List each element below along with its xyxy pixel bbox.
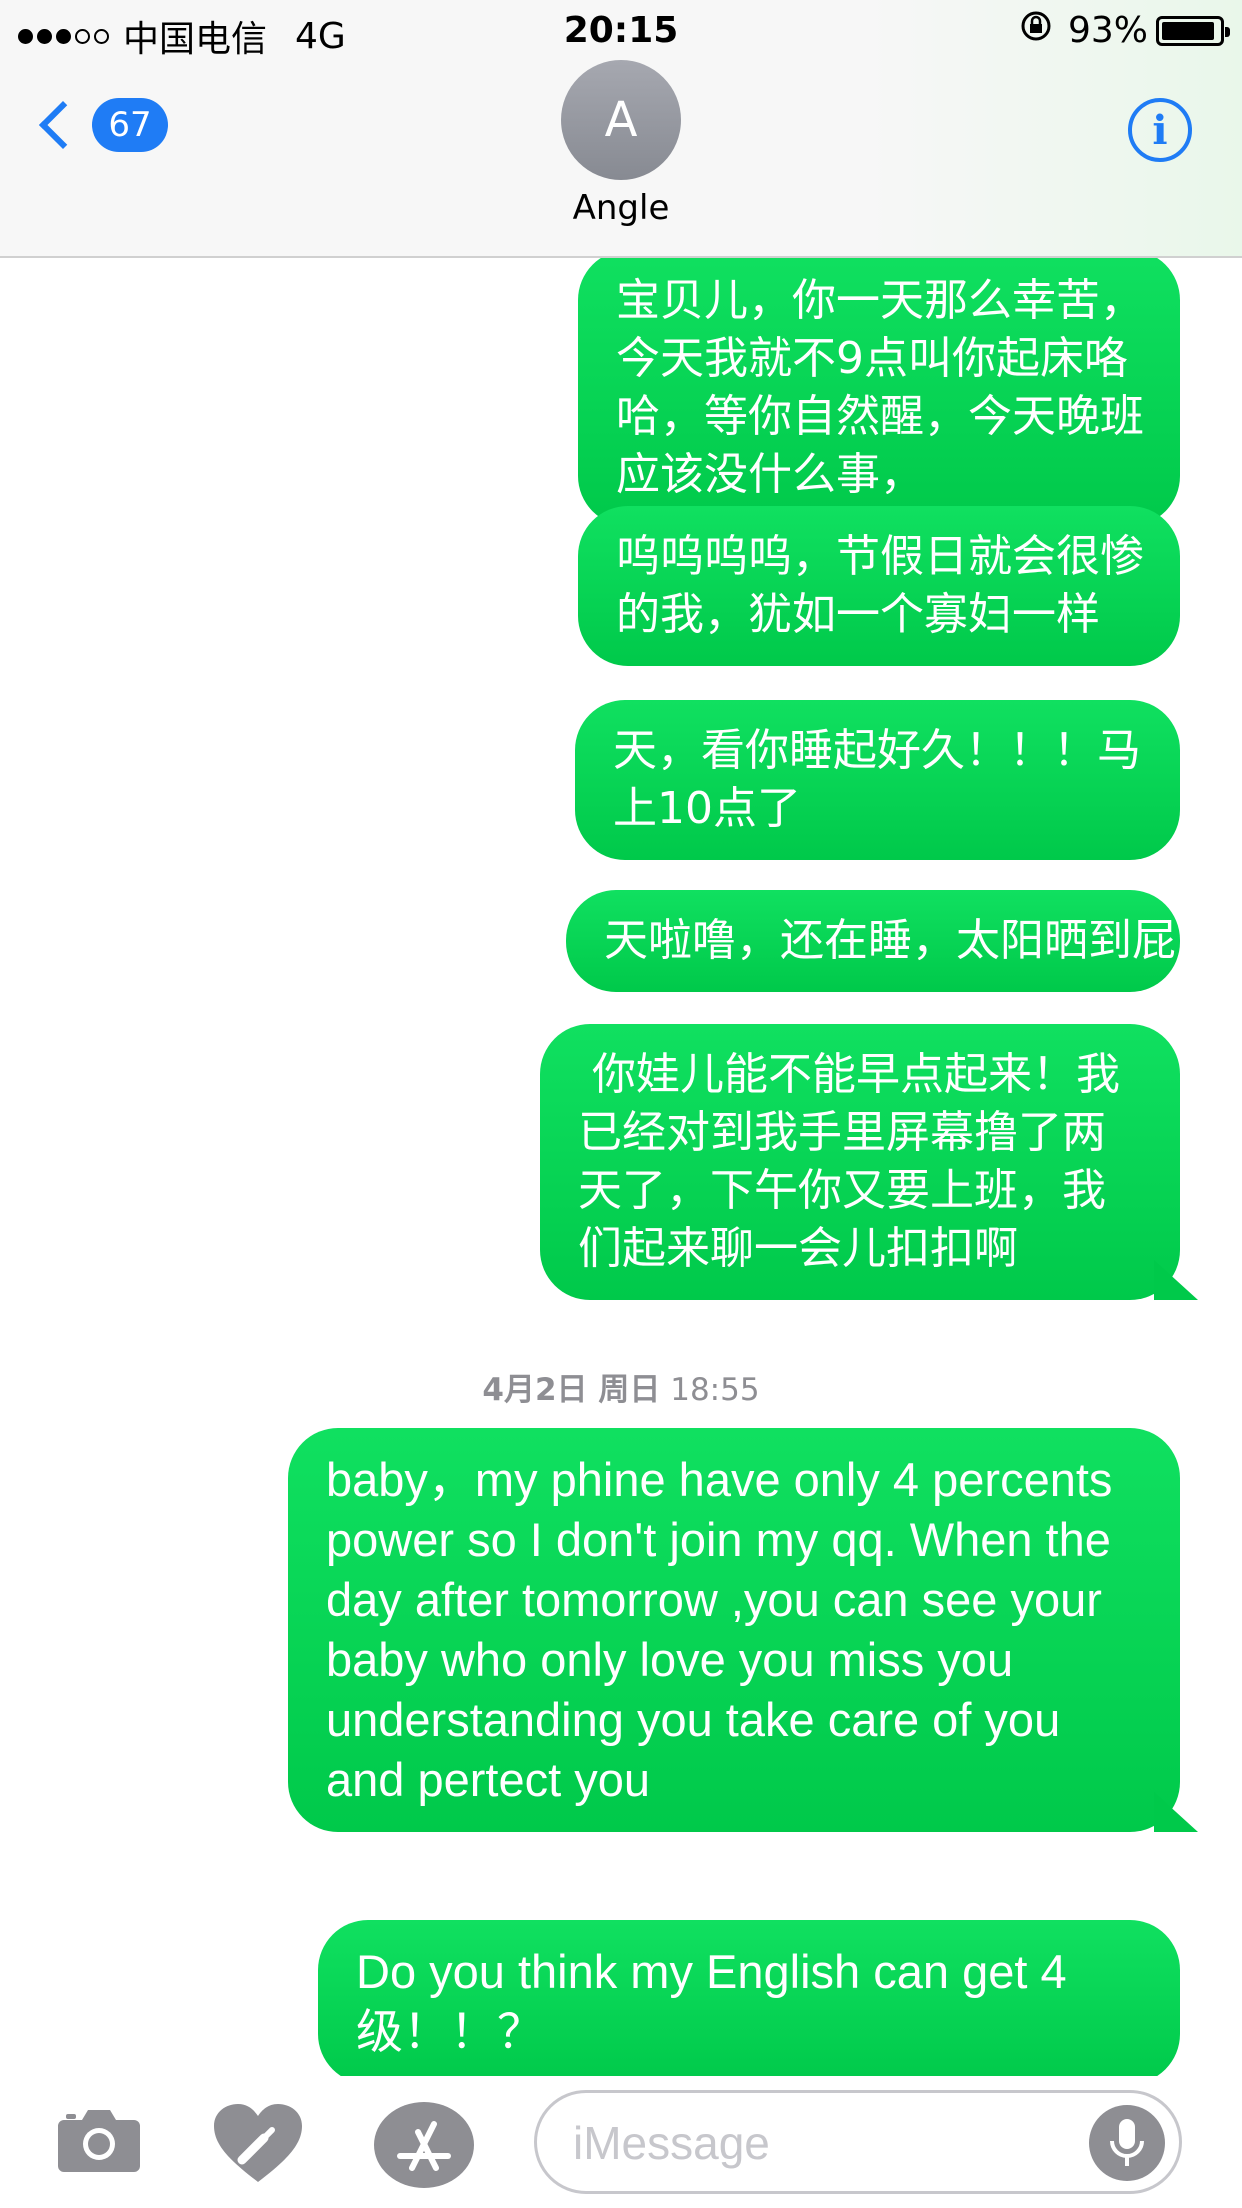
contact-name[interactable]: Angle — [0, 188, 1242, 228]
rotation-lock-icon — [1020, 10, 1052, 51]
chevron-left-icon — [38, 100, 88, 150]
message-bubble[interactable]: 宝贝儿，你一天那么幸苦，今天我就不9点叫你起床咯哈，等你自然醒，今天晚班应该没什… — [578, 258, 1180, 526]
imessage-input[interactable] — [573, 2113, 1093, 2173]
unread-count-badge: 67 — [92, 98, 168, 152]
message-bubble[interactable]: 天啦噜，还在睡，太阳晒到屁股了 — [566, 890, 1242, 992]
message-bubble[interactable]: 呜呜呜呜，节假日就会很惨的我，犹如一个寡妇一样 — [578, 506, 1180, 666]
message-list[interactable]: 宝贝儿，你一天那么幸苦，今天我就不9点叫你起床咯哈，等你自然醒，今天晚班应该没什… — [0, 258, 1242, 2076]
digital-touch-heart-icon[interactable] — [212, 2102, 304, 2186]
status-right: 93% — [1020, 10, 1230, 51]
microphone-icon[interactable] — [1089, 2105, 1165, 2181]
battery-percent: 93% — [1067, 10, 1148, 51]
back-button[interactable]: 67 — [34, 98, 168, 152]
conversation-timestamp: 4月2日 周日 18:55 — [0, 1364, 1242, 1409]
timestamp-date: 4月2日 周日 — [482, 1372, 661, 1408]
battery-icon — [1156, 15, 1230, 46]
contact-avatar[interactable]: A — [561, 60, 681, 180]
imessage-input-field[interactable] — [534, 2090, 1182, 2194]
message-bubble[interactable]: baby，my phine have only 4 percents power… — [288, 1428, 1180, 1832]
timestamp-time: 18:55 — [670, 1372, 760, 1408]
status-bar: 中国电信 4G 20:15 93% — [0, 0, 1242, 60]
info-button[interactable]: i — [1128, 98, 1192, 162]
message-bubble[interactable]: Do you think my English can get 4级！！？ — [318, 1920, 1180, 2076]
camera-icon[interactable] — [56, 2106, 142, 2174]
app-store-icon[interactable] — [372, 2100, 476, 2190]
message-bubble[interactable]: 你娃儿能不能早点起来！我已经对到我手里屏幕撸了两天了，下午你又要上班，我们起来聊… — [540, 1024, 1180, 1300]
message-bubble[interactable]: 天，看你睡起好久！！！马上10点了 — [575, 700, 1180, 860]
battery-fill — [1162, 21, 1215, 40]
input-bar — [0, 2076, 1242, 2208]
